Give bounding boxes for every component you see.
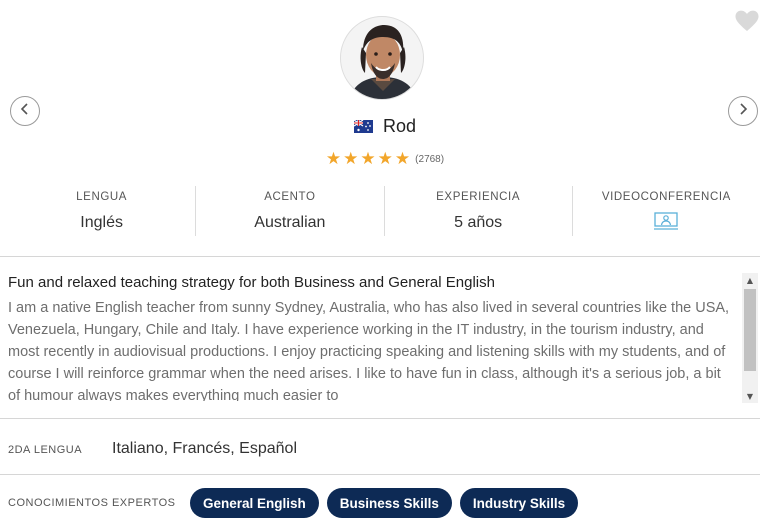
- scrollbar-thumb[interactable]: [744, 289, 756, 371]
- stat-label: ACENTO: [264, 191, 316, 203]
- divider: [0, 474, 760, 475]
- teacher-name: Rod: [382, 116, 417, 136]
- star-icon: ★: [377, 149, 393, 169]
- rating-row: ★ ★ ★ ★ ★ (2768): [0, 151, 770, 168]
- expertise-label: CONOCIMIENTOS EXPERTOS: [8, 497, 176, 509]
- stat-label: EXPERIENCIA: [436, 191, 521, 203]
- star-icon: ★: [343, 149, 359, 169]
- review-count: (2768): [415, 154, 445, 165]
- description-scrollbar[interactable]: ▲ ▼: [742, 273, 758, 403]
- stat-experience: EXPERIENCIA 5 años: [385, 186, 573, 236]
- description-title: Fun and relaxed teaching strategy for bo…: [8, 274, 495, 291]
- videoconference-icon: [654, 212, 679, 235]
- teacher-avatar: [340, 16, 424, 100]
- second-language-value: Italiano, Francés, Español: [112, 440, 297, 457]
- teacher-name-row: Rod: [0, 116, 770, 137]
- skill-chip-business-skills[interactable]: Business Skills: [326, 488, 452, 518]
- teacher-stats: LENGUA Inglés ACENTO Australian EXPERIEN…: [8, 186, 760, 236]
- stat-label: LENGUA: [76, 191, 128, 203]
- australia-flag-icon: [353, 119, 373, 133]
- stat-value: Australian: [254, 214, 326, 231]
- stat-accent: ACENTO Australian: [196, 186, 385, 236]
- skill-chip-industry-skills[interactable]: Industry Skills: [459, 488, 579, 518]
- skill-chip-general-english[interactable]: General English: [190, 488, 319, 518]
- star-icon: ★: [360, 149, 376, 169]
- star-icon: ★: [325, 149, 342, 169]
- scroll-down-arrow-icon[interactable]: ▼: [742, 389, 758, 403]
- scroll-up-arrow-icon[interactable]: ▲: [742, 273, 758, 287]
- stat-language: LENGUA Inglés: [8, 186, 197, 236]
- star-icon: ★: [394, 149, 411, 169]
- second-language-label: 2DA LENGUA: [8, 444, 83, 456]
- stat-videoconference: VIDEOCONFERENCIA: [573, 186, 760, 236]
- expertise-chips: General English Business Skills Industry…: [190, 488, 579, 518]
- divider: [0, 256, 760, 257]
- favorite-heart-icon[interactable]: [735, 10, 759, 32]
- divider: [0, 418, 760, 419]
- stat-value: Inglés: [80, 214, 123, 231]
- rating-stars: ★ ★ ★ ★ ★: [326, 151, 410, 168]
- stat-label: VIDEOCONFERENCIA: [601, 191, 731, 203]
- description-scroll-area[interactable]: I am a native English teacher from sunny…: [8, 297, 732, 401]
- description-text: I am a native English teacher from sunny…: [8, 300, 730, 401]
- stat-value: 5 años: [454, 214, 503, 231]
